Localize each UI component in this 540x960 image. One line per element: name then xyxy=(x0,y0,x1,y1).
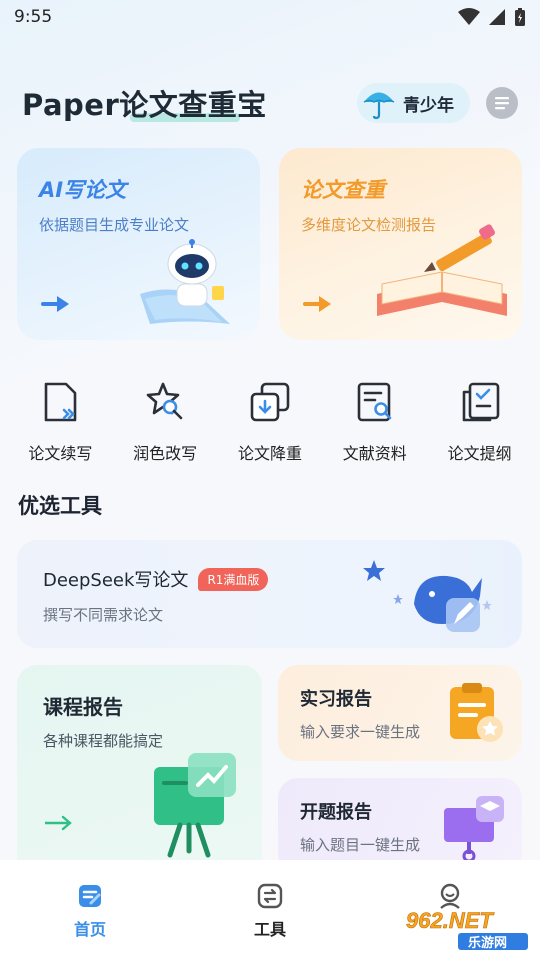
app-title-text: Paper论文查重宝 xyxy=(22,88,267,122)
arrow-right-icon xyxy=(303,296,331,312)
quick-tool-literature[interactable]: 文献资料 xyxy=(325,380,425,464)
course-report-subtitle: 各种课程都能搞定 xyxy=(43,732,164,750)
header: Paper论文查重宝 青少年 xyxy=(22,78,518,128)
plagiarism-check-title: 论文查重 xyxy=(301,178,385,202)
ai-write-card[interactable]: AI写论文 依据题目生成专业论文 xyxy=(17,148,260,340)
quick-tool-label: 论文续写 xyxy=(28,444,93,463)
robot-illustration-icon xyxy=(140,239,230,324)
quick-tool-label: 论文提纲 xyxy=(447,444,512,463)
nav-tab-tools[interactable]: 工具 xyxy=(210,882,330,940)
arrow-right-icon xyxy=(45,815,72,831)
nav-tab-home[interactable]: 首页 xyxy=(30,882,150,940)
plagiarism-check-card[interactable]: 论文查重 多维度论文检测报告 xyxy=(279,148,522,340)
nav-label: 首页 xyxy=(73,920,106,939)
presentation-board-icon xyxy=(154,753,236,858)
outline-checklist-icon xyxy=(462,382,499,422)
status-icons xyxy=(458,7,526,27)
deepseek-write-card[interactable]: DeepSeek写论文 R1满血版 撰写不同需求论文 xyxy=(17,540,522,648)
quick-tools-row: 论文续写 润色改写 论文降重 文献资料 论文提纲 xyxy=(0,380,540,464)
quick-tool-polish-rewrite[interactable]: 润色改写 xyxy=(115,380,215,464)
quick-tool-reduce-duplication[interactable]: 论文降重 xyxy=(220,380,320,464)
quick-tool-label: 润色改写 xyxy=(133,444,198,463)
book-pencil-illustration-icon xyxy=(377,224,507,316)
home-doc-icon xyxy=(79,885,101,907)
clipboard-star-icon xyxy=(450,683,503,742)
arrow-right-icon xyxy=(41,296,69,312)
quick-tool-label: 文献资料 xyxy=(342,444,407,463)
whale-pen-illustration-icon xyxy=(363,560,492,632)
battery-icon xyxy=(515,8,525,26)
menu-button[interactable] xyxy=(486,87,518,119)
umbrella-icon xyxy=(363,92,395,120)
document-continue-icon xyxy=(45,382,77,422)
graduation-board-icon xyxy=(444,796,504,863)
internship-report-card[interactable]: 实习报告 输入要求一键生成 xyxy=(278,665,522,761)
deepseek-title: DeepSeek写论文 xyxy=(43,570,189,591)
youth-mode-button[interactable]: 青少年 xyxy=(357,83,470,123)
nav-label: 工具 xyxy=(253,920,286,939)
quick-tool-label: 论文降重 xyxy=(237,444,302,463)
literature-search-icon xyxy=(357,382,392,422)
watermark-brand-top: 962.NET xyxy=(406,908,494,933)
quick-tool-continue-writing[interactable]: 论文续写 xyxy=(10,380,110,464)
polish-star-icon xyxy=(146,382,183,420)
wifi-icon xyxy=(458,8,480,25)
course-report-title: 课程报告 xyxy=(43,695,123,719)
youth-mode-label: 青少年 xyxy=(403,95,454,116)
section-title: 优选工具 xyxy=(18,494,102,518)
status-bar: 9:55 xyxy=(0,0,540,34)
deepseek-badge: R1满血版 xyxy=(198,567,269,591)
menu-lines-icon xyxy=(495,97,509,110)
status-time: 9:55 xyxy=(14,7,53,27)
quick-tool-outline[interactable]: 论文提纲 xyxy=(430,380,530,464)
site-watermark-logo: 962.NET 乐游网 xyxy=(406,908,528,951)
ai-write-title: AI写论文 xyxy=(39,178,127,202)
tools-icon xyxy=(257,883,283,909)
signal-icon xyxy=(489,9,505,25)
app-title: Paper论文查重宝 xyxy=(22,82,267,124)
watermark-brand-bottom: 乐游网 xyxy=(468,935,507,951)
copy-reduce-icon xyxy=(250,382,290,422)
course-report-card[interactable]: 课程报告 各种课程都能搞定 xyxy=(17,665,262,875)
